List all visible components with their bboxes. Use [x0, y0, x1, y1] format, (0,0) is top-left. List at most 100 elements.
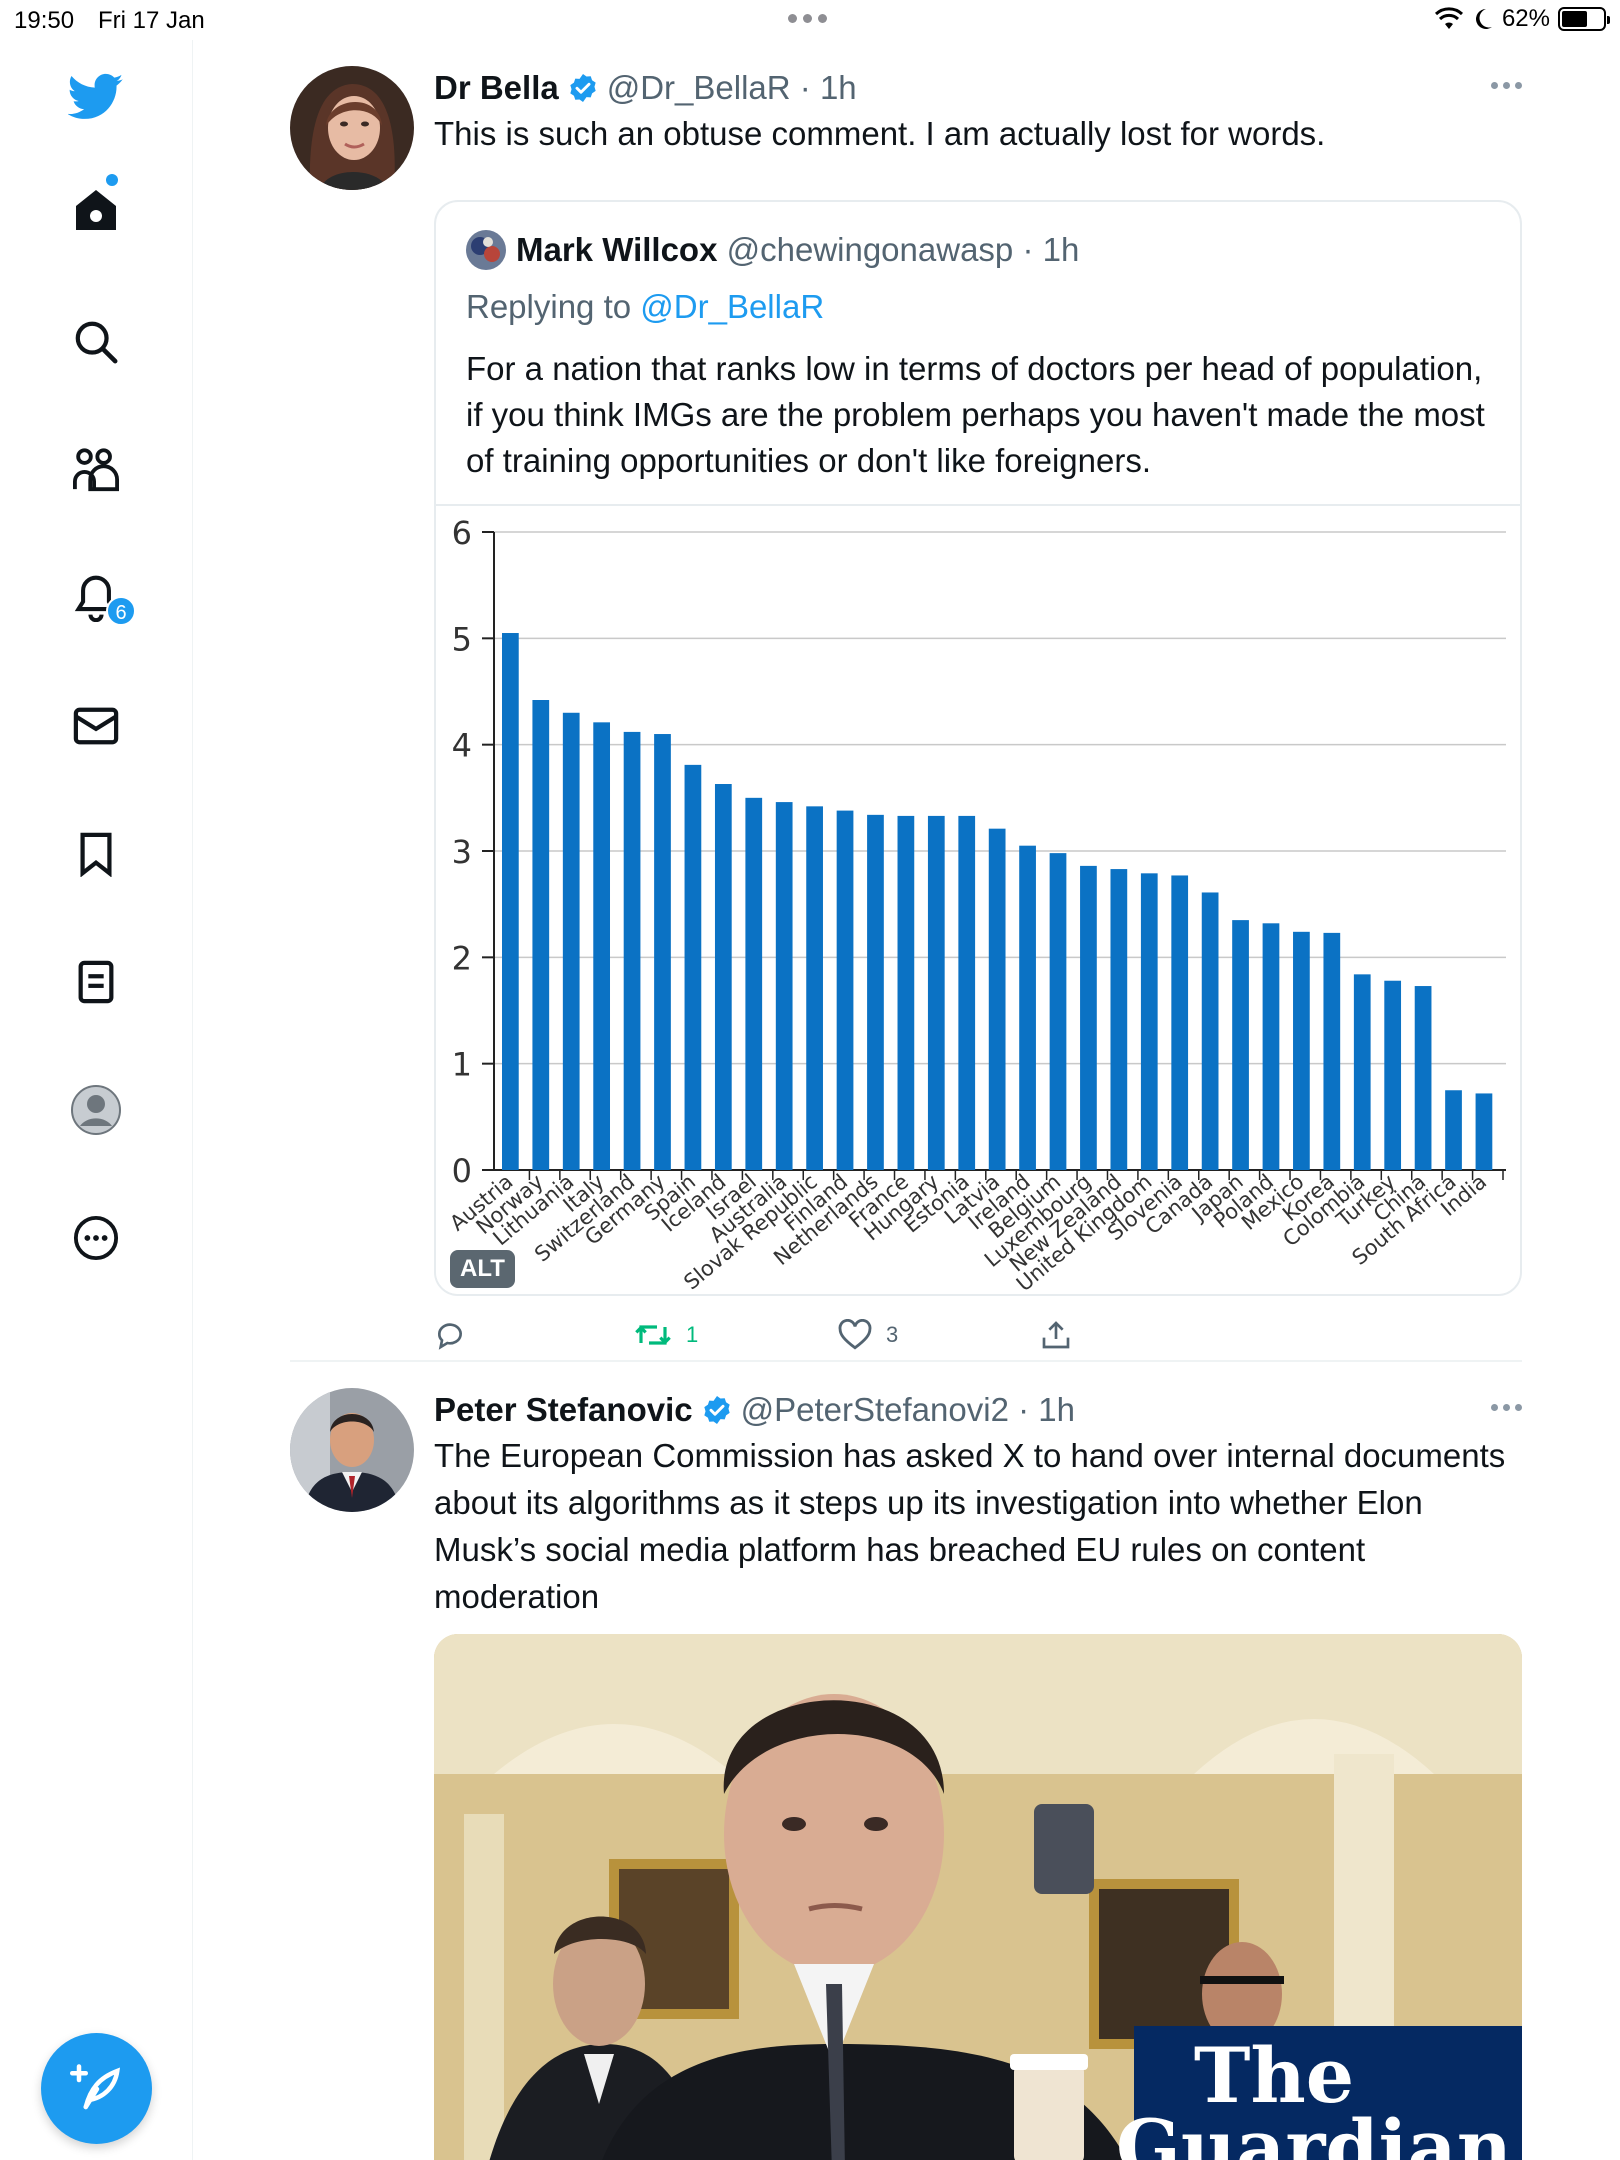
profile-icon[interactable] — [66, 1080, 126, 1140]
more-icon[interactable] — [66, 1208, 126, 1268]
author-name[interactable]: Dr Bella — [434, 69, 559, 107]
status-date: Fri 17 Jan — [98, 7, 205, 34]
author-handle[interactable]: @PeterStefanovi2 — [741, 1391, 1009, 1429]
quoted-tweet[interactable]: Mark Willcox @chewingonawasp · 1h Replyi… — [434, 200, 1522, 1296]
twitter-bird-icon[interactable] — [66, 67, 126, 127]
author-name[interactable]: Peter Stefanovic — [434, 1391, 693, 1429]
bar — [836, 810, 854, 1170]
tweet[interactable]: Peter Stefanovic @PeterStefanovi2 · 1h T… — [290, 1388, 1522, 2160]
lists-icon[interactable] — [66, 952, 126, 1012]
home-icon[interactable] — [66, 180, 126, 240]
avatar[interactable] — [290, 1388, 414, 1512]
retweet-icon — [635, 1325, 671, 1345]
search-icon[interactable] — [66, 312, 126, 372]
bar — [867, 814, 884, 1170]
replying-to: Replying to @Dr_BellaR — [466, 288, 824, 326]
verified-badge-icon — [703, 1396, 730, 1424]
communities-icon[interactable] — [66, 440, 126, 500]
chart-image[interactable]: 0 1 2 3 4 5 6 Austria Norway Lithuania Italy Switze… — [436, 504, 1520, 1294]
tweet-time[interactable]: 1h — [1038, 1391, 1075, 1429]
bar — [1171, 875, 1189, 1170]
bookmarks-icon[interactable] — [66, 824, 126, 884]
more-options-icon[interactable] — [1491, 82, 1522, 89]
battery-icon — [1558, 7, 1610, 31]
compose-tweet-icon — [69, 2063, 120, 2109]
tweet-text: The European Commission has asked X to h… — [434, 1437, 1506, 1615]
battery-percent: 62% — [1501, 5, 1550, 32]
bar — [684, 764, 702, 1170]
y-tick-label: 1 — [452, 1046, 472, 1084]
bar — [714, 784, 732, 1170]
share-icon — [1042, 1321, 1070, 1349]
bar — [1293, 931, 1310, 1170]
bar — [745, 797, 763, 1170]
bar — [623, 731, 641, 1170]
bar — [502, 633, 519, 1170]
separator-dot: · — [1013, 231, 1043, 268]
y-tick-label: 3 — [452, 833, 472, 871]
bar — [806, 806, 823, 1170]
bar — [1080, 865, 1097, 1170]
avatar[interactable] — [290, 66, 414, 190]
reply-icon — [438, 1323, 462, 1350]
bar — [1049, 853, 1067, 1170]
bar — [1445, 1090, 1462, 1170]
messages-icon[interactable] — [66, 696, 126, 756]
more-options-icon[interactable] — [1491, 1404, 1522, 1411]
author-handle[interactable]: @Dr_BellaR — [607, 69, 791, 107]
bar — [988, 828, 1006, 1170]
like-button[interactable]: 3 — [838, 1312, 898, 1358]
alt-text-badge[interactable]: ALT — [450, 1250, 515, 1288]
bar — [897, 815, 915, 1170]
y-tick-label: 5 — [452, 620, 472, 658]
tweet-media-image[interactable]: The Guardian — [434, 1634, 1522, 2160]
bar — [1353, 974, 1371, 1170]
bar — [1019, 845, 1036, 1170]
share-button[interactable] — [1040, 1312, 1072, 1358]
bar — [958, 815, 976, 1170]
separator-dot: · — [790, 69, 820, 106]
multitasking-dots-icon[interactable] — [788, 14, 827, 23]
like-count: 3 — [886, 1322, 899, 1347]
bar — [1201, 892, 1219, 1170]
verified-badge-icon — [570, 74, 596, 102]
tweet[interactable]: Dr Bella @Dr_BellaR · 1h This is such an… — [290, 66, 1522, 1356]
retweet-count: 1 — [686, 1322, 699, 1347]
bar — [1110, 869, 1128, 1170]
bar — [562, 712, 580, 1170]
reply-button[interactable] — [434, 1312, 480, 1358]
retweet-button[interactable]: 1 — [634, 1312, 698, 1358]
separator-dot: · — [1008, 1391, 1039, 1428]
y-tick-label: 2 — [452, 939, 472, 977]
status-bar: 19:50 Fri 17 Jan 62% — [0, 0, 1620, 40]
compose-tweet-button[interactable] — [41, 2033, 152, 2144]
wifi-icon — [1434, 7, 1463, 29]
bar — [1232, 920, 1249, 1170]
bar — [1384, 980, 1402, 1170]
y-tick-label: 6 — [452, 514, 472, 552]
replying-prefix: Replying to — [466, 288, 641, 325]
bar — [532, 700, 550, 1170]
quoted-author-handle: @chewingonawasp — [726, 231, 1014, 268]
y-tick-label: 0 — [452, 1152, 472, 1190]
bar — [593, 722, 611, 1170]
guardian-logo-text-2: Guardian — [1116, 2103, 1512, 2160]
bar — [654, 734, 671, 1170]
heart-icon — [838, 1319, 872, 1350]
moon-icon — [1475, 9, 1492, 29]
replying-to-link[interactable]: @Dr_BellaR — [640, 288, 824, 325]
bar — [1323, 932, 1341, 1170]
quoted-tweet-text: For a nation that ranks low in terms of … — [466, 350, 1485, 479]
tweet-actions: 1 3 — [434, 1312, 1522, 1358]
bar — [1262, 923, 1280, 1170]
sidebar-nav: 6 — [0, 40, 193, 2160]
bar — [927, 815, 945, 1170]
y-tick-label: 4 — [452, 727, 472, 765]
bar-chart: 0123456AustriaNorwayLithuaniaItalySwitze… — [445, 514, 1506, 1294]
tweet-divider — [290, 1360, 1522, 1362]
status-time: 19:50 — [14, 7, 75, 34]
bar — [1475, 1093, 1493, 1170]
tweet-text: This is such an obtuse comment. I am act… — [434, 115, 1326, 152]
tweet-time[interactable]: 1h — [820, 69, 857, 107]
quoted-tweet-time: 1h — [1042, 231, 1080, 268]
